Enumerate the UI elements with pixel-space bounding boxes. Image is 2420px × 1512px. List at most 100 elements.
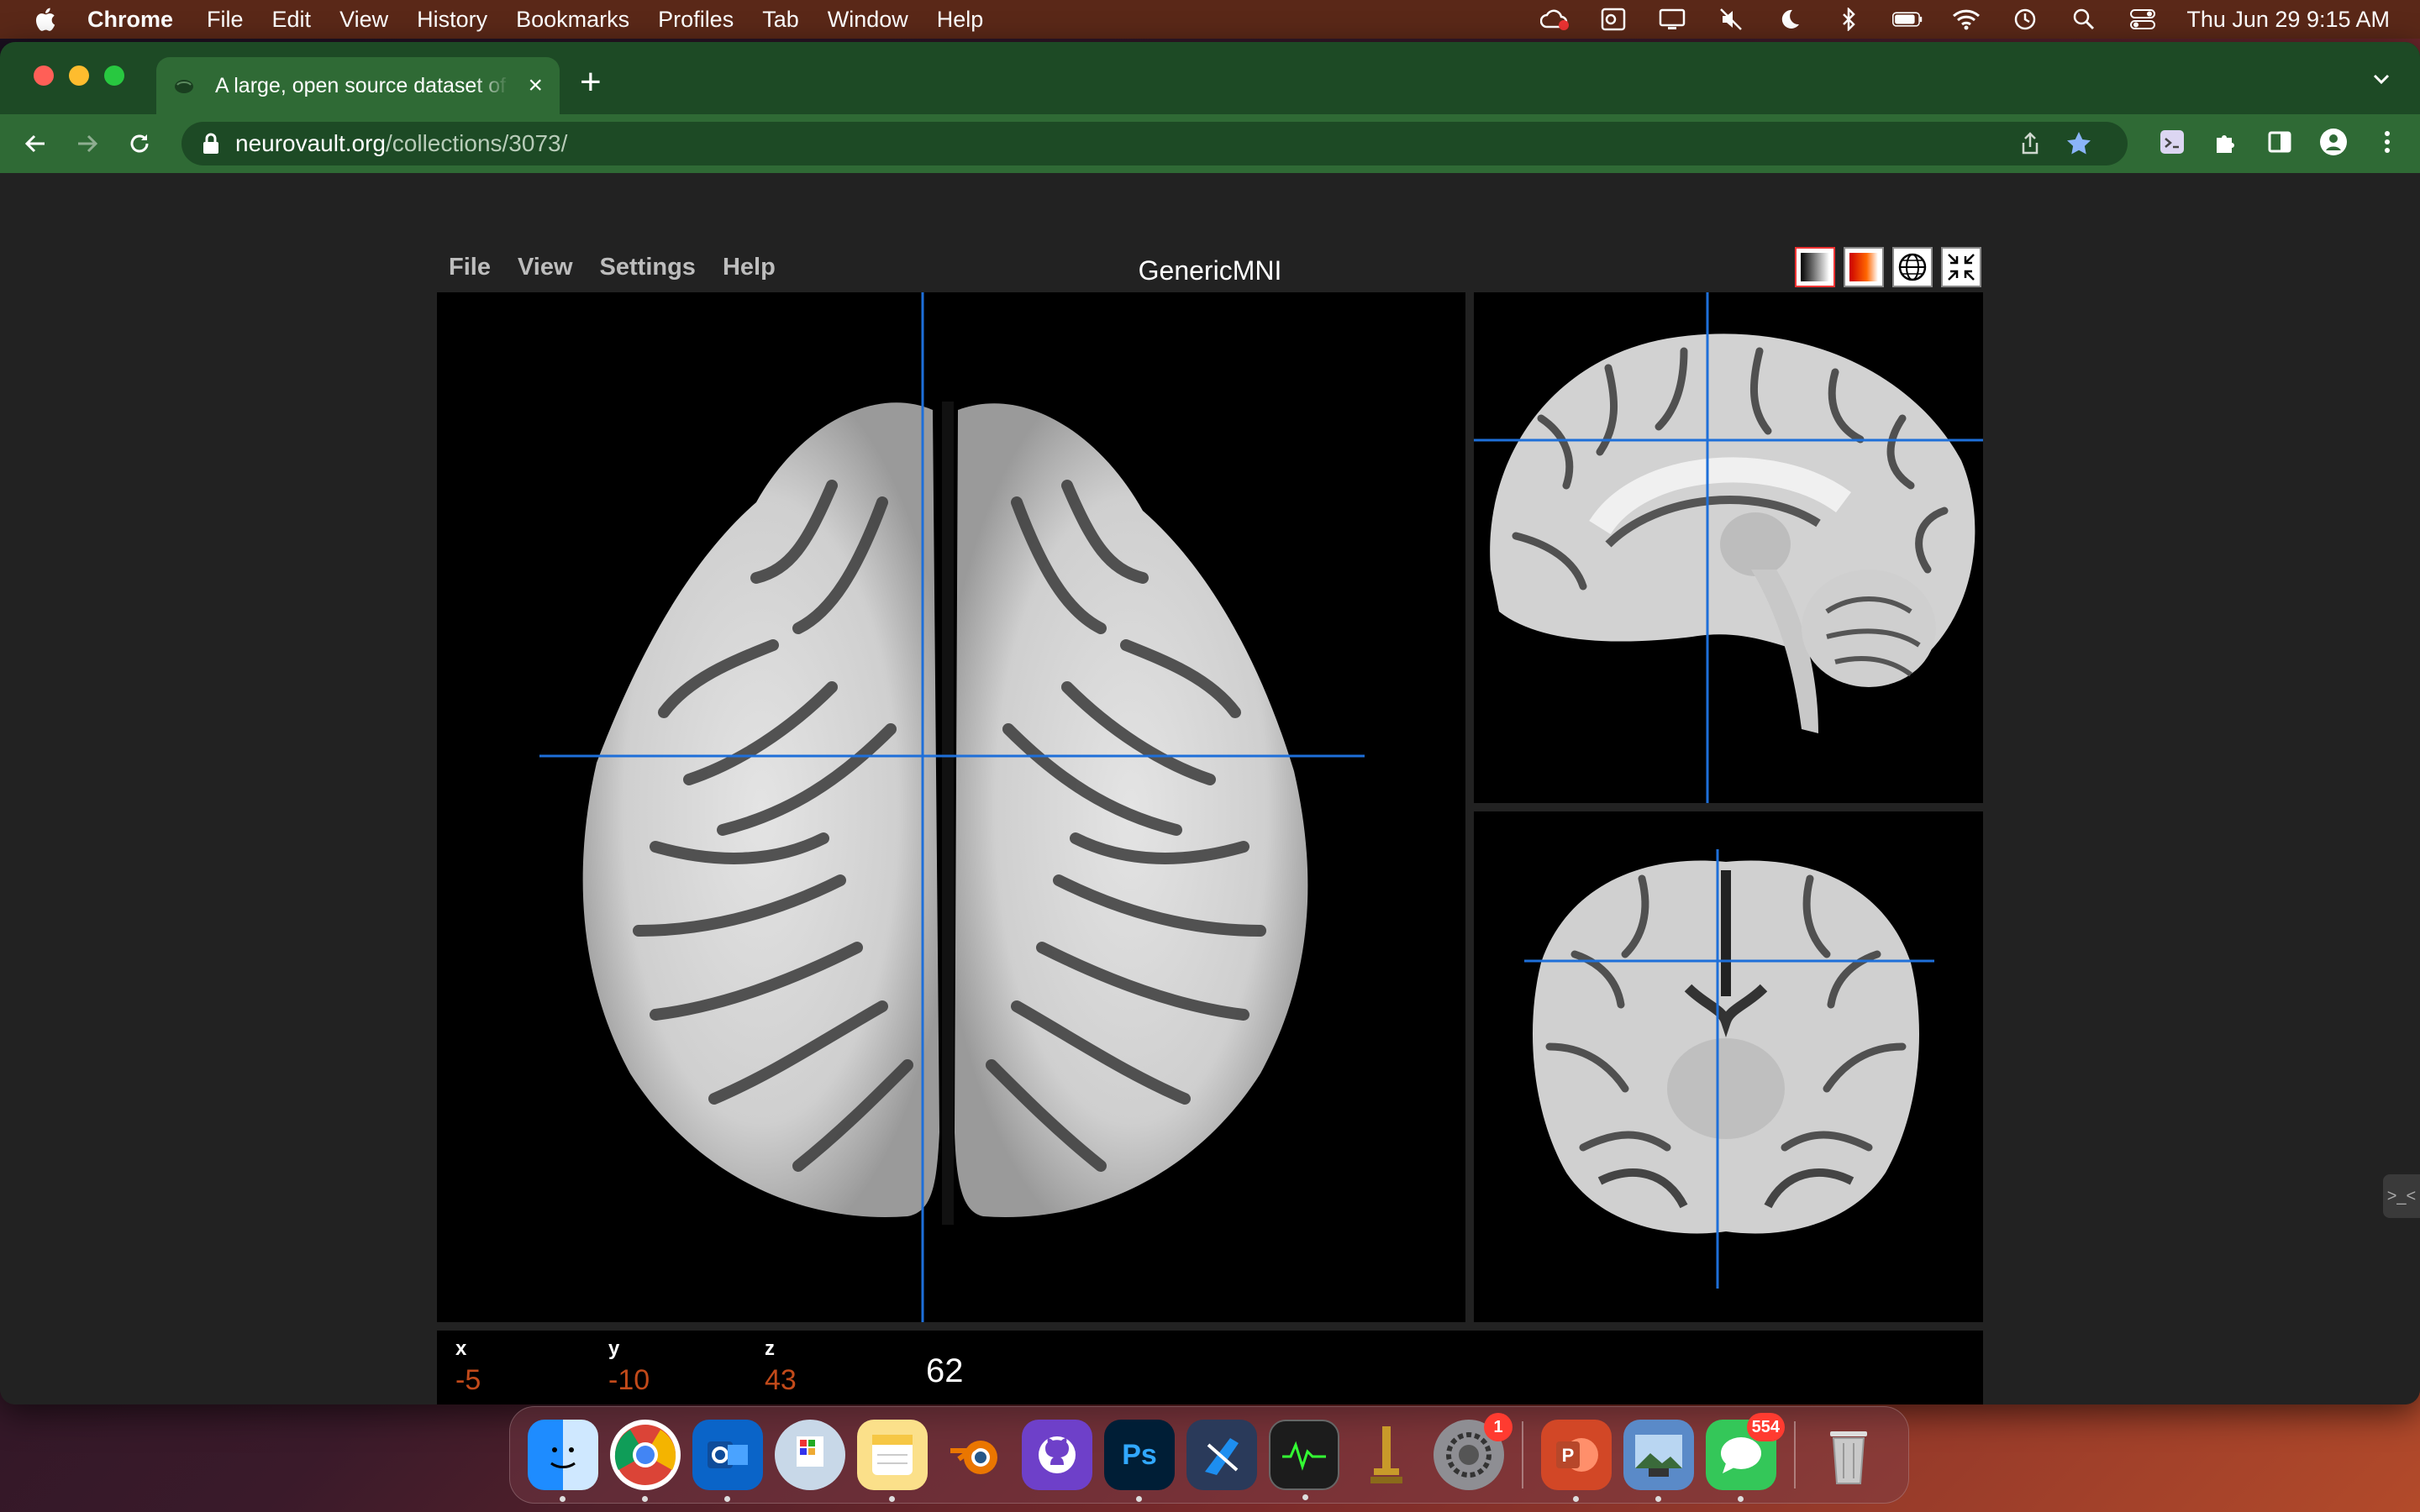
reload-button[interactable]: [123, 127, 156, 160]
dock-outlook[interactable]: [692, 1420, 763, 1502]
dock-preview[interactable]: [775, 1420, 845, 1490]
outlook-icon[interactable]: [1598, 7, 1628, 32]
creative-cloud-icon[interactable]: [1539, 7, 1570, 32]
dock-instruments[interactable]: [1351, 1420, 1422, 1490]
menu-view[interactable]: View: [339, 7, 388, 33]
apple-icon[interactable]: [32, 6, 57, 33]
grayscale-colormap-icon[interactable]: [1795, 247, 1835, 287]
browser-window: A large, open source dataset of × + neur…: [0, 42, 2420, 1404]
axial-view[interactable]: [437, 292, 1465, 1322]
axial-brain-slice: [539, 292, 1365, 1322]
back-button[interactable]: [18, 127, 52, 160]
tab-title: A large, open source dataset of: [215, 73, 507, 97]
viewer-menu-settings[interactable]: Settings: [600, 254, 696, 281]
url-text: neurovault.org/collections/3073/: [235, 130, 567, 157]
viewer-menu-file[interactable]: File: [449, 254, 491, 281]
neurovault-favicon-icon: [175, 80, 193, 93]
control-center-icon[interactable]: [2128, 7, 2158, 32]
system-settings-badge: 1: [1484, 1413, 1512, 1441]
menu-bookmarks[interactable]: Bookmarks: [516, 7, 629, 33]
new-tab-button[interactable]: +: [580, 64, 602, 101]
spotlight-icon[interactable]: [2069, 7, 2099, 32]
tab-strip: A large, open source dataset of × +: [0, 42, 2420, 114]
menu-history[interactable]: History: [417, 7, 487, 33]
coord-x: x -5: [455, 1337, 481, 1397]
dock-separator-2: [1794, 1421, 1796, 1488]
coord-z-label: z: [765, 1337, 775, 1360]
viewer-menu-view[interactable]: View: [518, 254, 573, 281]
page-content: File View Settings Help GenericMNI x -5 …: [0, 173, 2420, 1404]
status-area: Thu Jun 29 9:15 AM: [1539, 0, 2390, 39]
extensions-puzzle-icon[interactable]: [2210, 126, 2242, 158]
moon-icon[interactable]: [1775, 7, 1805, 32]
side-panel-icon[interactable]: [2264, 126, 2296, 158]
collapse-icon[interactable]: [1941, 247, 1981, 287]
coord-y-label: y: [608, 1337, 620, 1360]
time-machine-icon[interactable]: [2010, 7, 2040, 32]
bookmark-star-icon[interactable]: [2065, 130, 2092, 157]
dock-system-settings[interactable]: 1: [1434, 1413, 1512, 1490]
address-bar[interactable]: neurovault.org/collections/3073/: [182, 122, 2128, 165]
viewer-toolbar: [1795, 247, 1981, 287]
dock: Ps 1 P 554: [509, 1406, 1909, 1504]
dock-photoshop[interactable]: Ps: [1104, 1420, 1175, 1502]
coordinate-readout: x -5 y -10 z 43 62: [437, 1331, 1983, 1404]
coord-y-value: -10: [608, 1364, 650, 1396]
dock-blender[interactable]: [939, 1420, 1010, 1490]
coord-x-label: x: [455, 1337, 467, 1360]
coord-y: y -10: [608, 1337, 650, 1397]
hot-colormap-icon[interactable]: [1844, 247, 1884, 287]
minimize-window-button[interactable]: [69, 66, 89, 86]
close-window-button[interactable]: [34, 66, 54, 86]
menu-window[interactable]: Window: [828, 7, 908, 33]
share-icon[interactable]: [2018, 132, 2042, 155]
globe-icon[interactable]: [1892, 247, 1933, 287]
chrome-menu-icon[interactable]: [2371, 126, 2403, 158]
tab-search-chevron-icon[interactable]: [2368, 66, 2395, 92]
dock-chrome[interactable]: [610, 1420, 681, 1502]
menu-bar: Chrome File Edit View History Bookmarks …: [0, 0, 2420, 39]
menu-app-chrome[interactable]: Chrome: [87, 7, 173, 33]
battery-icon[interactable]: [1892, 7, 1923, 32]
viewer-title: GenericMNI: [1138, 255, 1282, 286]
menu-clock[interactable]: Thu Jun 29 9:15 AM: [2186, 7, 2390, 33]
toolbar-extensions: [2156, 126, 2403, 158]
lock-icon[interactable]: [202, 133, 220, 155]
menu-profiles[interactable]: Profiles: [658, 7, 734, 33]
viewer-menu-help[interactable]: Help: [723, 254, 776, 281]
side-panel-handle[interactable]: >_<: [2383, 1174, 2420, 1218]
sagittal-brain-slice: [1474, 292, 1983, 803]
dock-activity-monitor[interactable]: [1269, 1420, 1339, 1500]
browser-tab[interactable]: A large, open source dataset of ×: [156, 57, 560, 114]
menu-help[interactable]: Help: [937, 7, 984, 33]
browser-toolbar: neurovault.org/collections/3073/: [0, 114, 2420, 173]
forward-button[interactable]: [71, 127, 104, 160]
dock-separator: [1522, 1421, 1523, 1488]
coord-z: z 43: [765, 1337, 797, 1397]
dock-notes[interactable]: [857, 1420, 928, 1502]
window-controls: [34, 66, 124, 86]
dock-trash[interactable]: [1813, 1420, 1884, 1490]
dock-preview-photos[interactable]: [1623, 1420, 1694, 1502]
zoom-window-button[interactable]: [104, 66, 124, 86]
mute-icon[interactable]: [1716, 7, 1746, 32]
menu-file[interactable]: File: [207, 7, 244, 33]
sagittal-view[interactable]: [1474, 292, 1983, 803]
profile-avatar-icon[interactable]: [2317, 126, 2349, 158]
coronal-view[interactable]: [1474, 811, 1983, 1322]
dock-github-desktop[interactable]: [1022, 1420, 1092, 1490]
menu-edit[interactable]: Edit: [272, 7, 312, 33]
wifi-icon[interactable]: [1951, 7, 1981, 32]
menu-tab[interactable]: Tab: [762, 7, 799, 33]
intensity-value: 62: [926, 1352, 964, 1389]
dock-xcode[interactable]: [1186, 1420, 1257, 1490]
dock-powerpoint[interactable]: P: [1541, 1420, 1612, 1502]
coord-z-value: 43: [765, 1364, 797, 1396]
dock-finder[interactable]: [528, 1420, 598, 1502]
dock-messages[interactable]: 554: [1706, 1413, 1785, 1502]
bluetooth-icon[interactable]: [1833, 7, 1864, 32]
display-icon[interactable]: [1657, 7, 1687, 32]
url-path: /collections/3073/: [386, 130, 568, 156]
tab-close-icon[interactable]: ×: [528, 71, 543, 100]
extension-icon[interactable]: [2156, 126, 2188, 158]
